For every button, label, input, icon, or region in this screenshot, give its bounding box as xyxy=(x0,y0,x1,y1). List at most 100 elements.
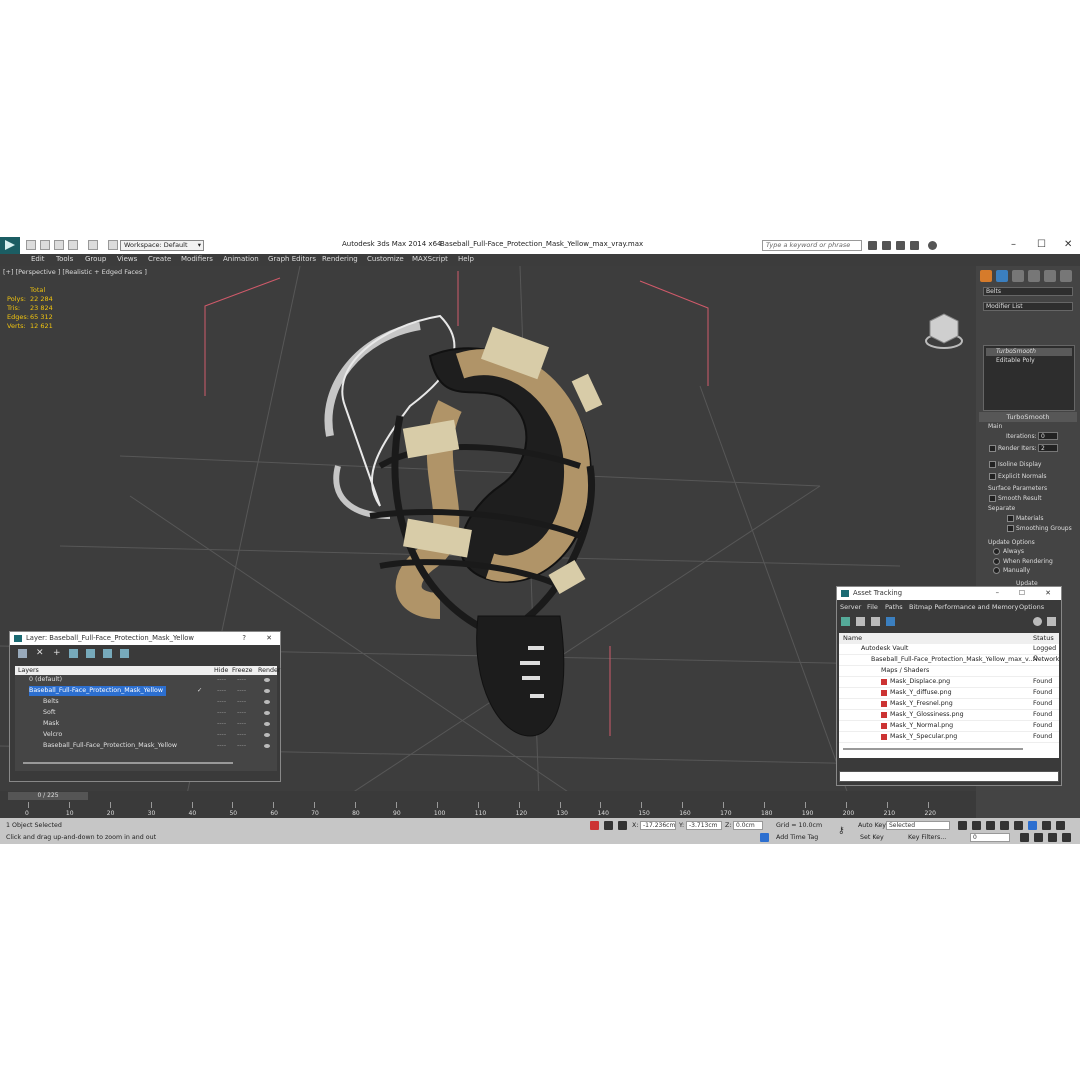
asset-row[interactable]: Maps / Shaders xyxy=(839,666,1059,677)
stack-item-editable-poly[interactable]: Editable Poly xyxy=(986,357,1072,365)
x-coordinate-field[interactable]: -17.236cm xyxy=(640,821,676,830)
save-file-icon[interactable] xyxy=(54,240,64,250)
render-icon[interactable] xyxy=(264,722,270,726)
render-iters-checkbox[interactable] xyxy=(989,445,996,452)
key-icon[interactable]: ⚷ xyxy=(838,826,847,836)
zoom-icon[interactable] xyxy=(1042,821,1051,830)
view-cube-icon[interactable] xyxy=(925,313,963,349)
set-key-button[interactable]: Set Key xyxy=(860,834,884,841)
render-iters-spinner[interactable]: 2 xyxy=(1038,444,1058,452)
freeze-all-icon[interactable] xyxy=(120,649,129,658)
asset-row[interactable]: Baseball_Full-Face_Protection_Mask_Yello… xyxy=(839,655,1059,666)
asset-menu-server[interactable]: Server xyxy=(840,603,861,611)
smooth-result-checkbox[interactable] xyxy=(989,495,996,502)
render-icon[interactable] xyxy=(264,744,270,748)
manually-radio[interactable] xyxy=(993,567,1000,574)
materials-checkbox[interactable] xyxy=(1007,515,1014,522)
next-frame-icon[interactable] xyxy=(1000,821,1009,830)
time-tag-icon[interactable] xyxy=(760,833,769,842)
field-of-view-icon[interactable] xyxy=(1020,833,1029,842)
table-view-icon[interactable] xyxy=(871,617,880,626)
asset-menu-file[interactable]: File xyxy=(867,603,878,611)
layer-row-default[interactable]: 0 (default) ---- ---- xyxy=(15,675,277,685)
hide-all-icon[interactable] xyxy=(103,649,112,658)
key-filters-button[interactable]: Key Filters... xyxy=(908,834,946,841)
turbosmooth-rollout[interactable]: TurboSmooth xyxy=(979,412,1077,422)
utilities-tab-icon[interactable] xyxy=(1060,270,1072,282)
display-tab-icon[interactable] xyxy=(1044,270,1056,282)
minimize-icon[interactable]: – xyxy=(996,587,999,600)
menu-rendering[interactable]: Rendering xyxy=(322,255,358,263)
render-icon[interactable] xyxy=(264,689,270,693)
hierarchy-tab-icon[interactable] xyxy=(1012,270,1024,282)
asset-window-title[interactable]: Asset Tracking – ☐ ✕ xyxy=(837,587,1061,600)
z-coordinate-field[interactable]: 0.0cm xyxy=(733,821,763,830)
create-tab-icon[interactable] xyxy=(980,270,992,282)
menu-animation[interactable]: Animation xyxy=(223,255,259,263)
help-icon[interactable] xyxy=(1033,617,1042,626)
layer-object-row[interactable]: Baseball_Full-Face_Protection_Mask_Yello… xyxy=(15,741,277,751)
maximize-icon[interactable]: ☐ xyxy=(1037,239,1046,250)
menu-modifiers[interactable]: Modifiers xyxy=(181,255,213,263)
menu-help[interactable]: Help xyxy=(458,255,474,263)
y-coordinate-field[interactable]: -3.713cm xyxy=(686,821,722,830)
asset-row[interactable]: Mask_Y_Specular.png Found xyxy=(839,732,1059,743)
when-rendering-radio[interactable] xyxy=(993,558,1000,565)
go-to-start-icon[interactable] xyxy=(958,821,967,830)
menu-customize[interactable]: Customize xyxy=(367,255,404,263)
menu-views[interactable]: Views xyxy=(117,255,137,263)
close-icon[interactable]: ✕ xyxy=(1045,587,1051,600)
asset-path-field[interactable] xyxy=(839,771,1059,782)
key-mode-dropdown[interactable]: Selected xyxy=(886,821,950,830)
select-objects-icon[interactable] xyxy=(69,649,78,658)
asset-row[interactable]: Mask_Displace.png Found xyxy=(839,677,1059,688)
highlight-layer-icon[interactable] xyxy=(86,649,95,658)
asset-menu-options[interactable]: Options xyxy=(1019,603,1044,611)
maximize-icon[interactable]: ☐ xyxy=(1019,587,1025,600)
asset-menu-paths[interactable]: Paths xyxy=(885,603,903,611)
previous-frame-icon[interactable] xyxy=(972,821,981,830)
list-view-icon[interactable] xyxy=(856,617,865,626)
favorites-icon[interactable] xyxy=(910,241,919,250)
menu-graph-editors[interactable]: Graph Editors xyxy=(268,255,316,263)
add-to-layer-icon[interactable]: + xyxy=(53,649,62,658)
app-logo-icon[interactable] xyxy=(0,237,20,254)
auto-key-button[interactable]: Auto Key xyxy=(858,822,886,829)
refresh-icon[interactable] xyxy=(841,617,850,626)
minimize-icon[interactable]: – xyxy=(1011,239,1016,250)
new-file-icon[interactable] xyxy=(26,240,36,250)
asset-row[interactable]: Mask_Y_diffuse.png Found xyxy=(839,688,1059,699)
column-status[interactable]: Status xyxy=(1033,633,1054,644)
smoothing-groups-checkbox[interactable] xyxy=(1007,525,1014,532)
grid-view-icon[interactable] xyxy=(886,617,895,626)
current-frame-field[interactable]: 0 xyxy=(970,833,1010,842)
stack-item-turbosmooth[interactable]: TurboSmooth xyxy=(986,348,1072,356)
binoculars-icon[interactable] xyxy=(868,241,877,250)
iterations-spinner[interactable]: 0 xyxy=(1038,432,1058,440)
open-file-icon[interactable] xyxy=(40,240,50,250)
render-icon[interactable] xyxy=(264,678,270,682)
layer-object-row[interactable]: Belts ---- ---- xyxy=(15,697,277,707)
explicit-normals-checkbox[interactable] xyxy=(989,473,996,480)
pan-icon[interactable] xyxy=(1034,833,1043,842)
go-to-end-icon[interactable] xyxy=(1014,821,1023,830)
help-icon[interactable] xyxy=(928,241,937,250)
maximize-viewport-icon[interactable] xyxy=(1062,833,1071,842)
orbit-icon[interactable] xyxy=(1048,833,1057,842)
help-icon[interactable]: ? xyxy=(242,632,246,645)
object-name-field[interactable]: Belts xyxy=(983,287,1073,296)
isoline-checkbox[interactable] xyxy=(989,461,996,468)
zoom-all-icon[interactable] xyxy=(1056,821,1065,830)
layer-window-title[interactable]: Layer: Baseball_Full-Face_Protection_Mas… xyxy=(10,632,280,645)
asset-row[interactable]: Mask_Y_Glossiness.png Found xyxy=(839,710,1059,721)
redo-icon[interactable] xyxy=(88,240,98,250)
column-render[interactable]: Render xyxy=(258,666,280,675)
layer-object-row[interactable]: Soft ---- ---- xyxy=(15,708,277,718)
isolate-icon[interactable] xyxy=(590,821,599,830)
horizontal-scrollbar[interactable] xyxy=(23,762,233,764)
add-time-tag[interactable]: Add Time Tag xyxy=(776,834,818,841)
subscription-icon[interactable] xyxy=(882,241,891,250)
always-radio[interactable] xyxy=(993,548,1000,555)
communication-icon[interactable] xyxy=(896,241,905,250)
menu-tools[interactable]: Tools xyxy=(56,255,73,263)
